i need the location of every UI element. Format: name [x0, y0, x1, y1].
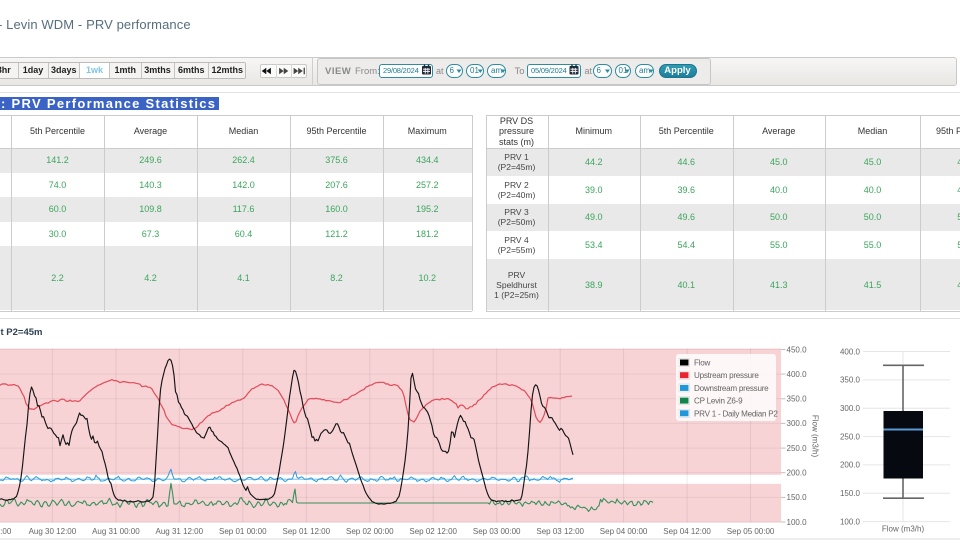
svg-text:150.0: 150.0	[840, 489, 861, 498]
svg-text:Sep 04 00:00: Sep 04 00:00	[600, 527, 648, 536]
svg-text:150.0: 150.0	[787, 493, 808, 502]
svg-text:Sep 03 12:00: Sep 03 12:00	[536, 527, 584, 536]
svg-text:400.0: 400.0	[787, 370, 808, 379]
svg-text:Sep 01 00:00: Sep 01 00:00	[219, 527, 267, 536]
svg-text:250.0: 250.0	[840, 432, 861, 441]
svg-text:Flow (m3/h): Flow (m3/h)	[811, 415, 820, 458]
svg-text:Upstream pressure: Upstream pressure	[694, 371, 759, 380]
svg-text:450.0: 450.0	[787, 345, 808, 354]
svg-text:Aug 30 00:00: Aug 30 00:00	[0, 527, 12, 536]
svg-text:Aug 30 12:00: Aug 30 12:00	[29, 527, 77, 536]
svg-text:300.0: 300.0	[840, 404, 861, 413]
svg-text:Flow (m3/h): Flow (m3/h)	[882, 525, 925, 534]
svg-text:400.0: 400.0	[840, 347, 861, 356]
svg-text:100.0: 100.0	[787, 518, 808, 527]
svg-text:200.0: 200.0	[787, 469, 808, 478]
svg-text:Sep 03 00:00: Sep 03 00:00	[473, 527, 521, 536]
svg-text:350.0: 350.0	[840, 376, 861, 385]
svg-text:Downstream pressure: Downstream pressure	[694, 384, 769, 393]
svg-text:Flow: Flow	[694, 359, 710, 368]
svg-text:Aug 31 12:00: Aug 31 12:00	[155, 527, 203, 536]
svg-text:Sep 02 00:00: Sep 02 00:00	[346, 527, 394, 536]
svg-text:Sep 02 12:00: Sep 02 12:00	[409, 527, 457, 536]
svg-text:Sep 05 00:00: Sep 05 00:00	[727, 527, 775, 536]
svg-text:300.0: 300.0	[787, 419, 808, 428]
svg-text:Sep 04 12:00: Sep 04 12:00	[663, 527, 711, 536]
svg-text:Sep 01 12:00: Sep 01 12:00	[282, 527, 330, 536]
svg-text:Aug 31 00:00: Aug 31 00:00	[92, 527, 140, 536]
svg-text:PRV 1 - Daily Median P2: PRV 1 - Daily Median P2	[694, 409, 778, 418]
svg-text:CP Levin Z6-9: CP Levin Z6-9	[694, 397, 743, 406]
svg-text:350.0: 350.0	[787, 395, 808, 404]
svg-text:200.0: 200.0	[840, 461, 861, 470]
svg-text:100.0: 100.0	[840, 517, 861, 526]
svg-text:250.0: 250.0	[787, 444, 808, 453]
